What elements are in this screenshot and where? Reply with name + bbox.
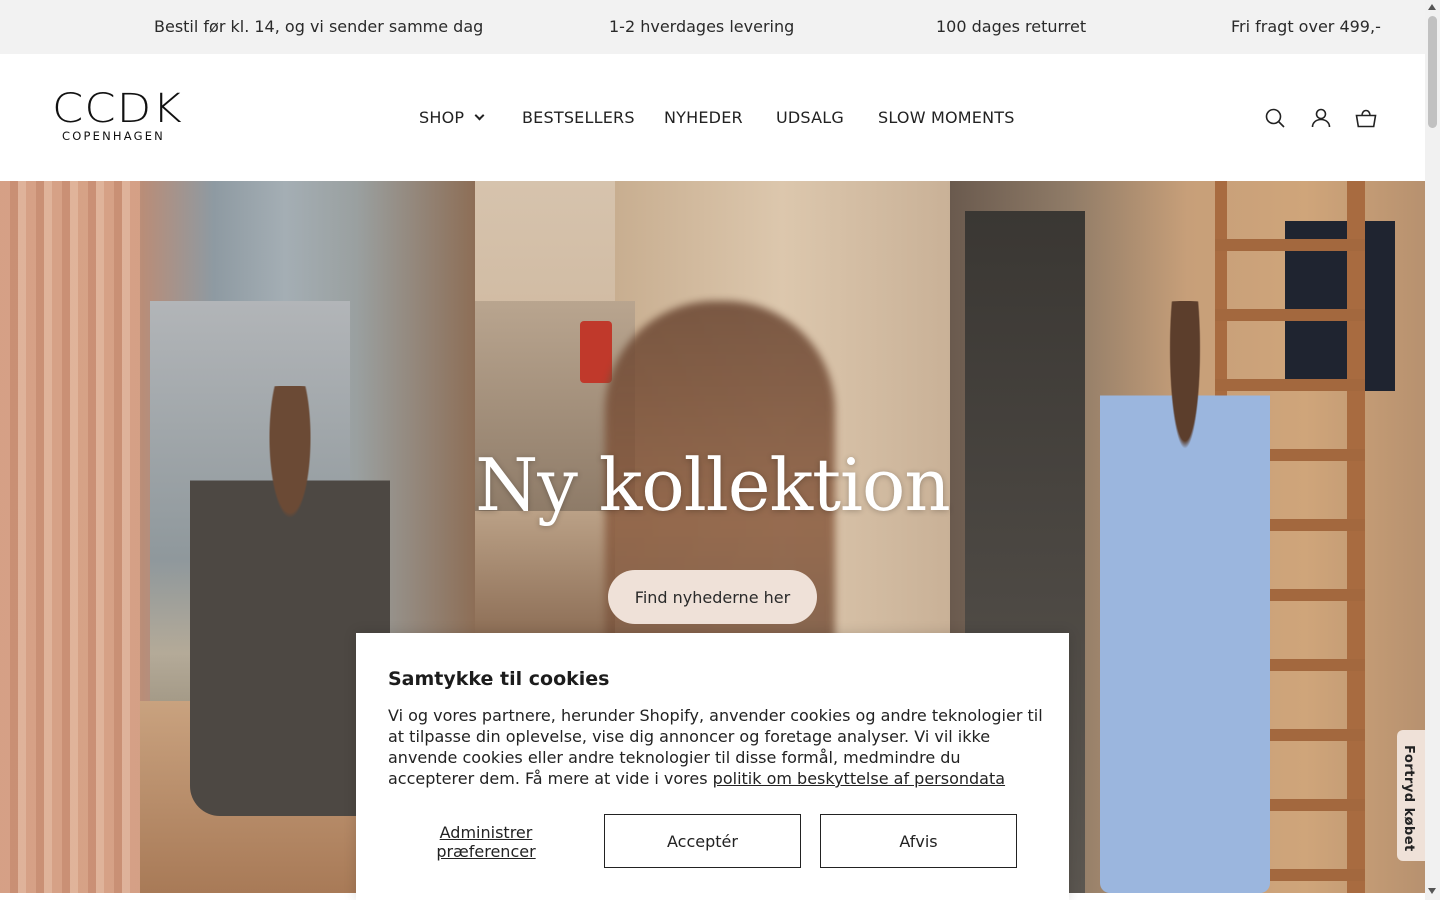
manage-preferences-link[interactable]: Administrer præferencer (420, 823, 552, 861)
side-tab-regret-purchase[interactable]: Fortryd købet (1397, 730, 1425, 861)
scrollbar-thumb[interactable] (1428, 16, 1437, 128)
nav-shop[interactable]: SHOP (419, 108, 485, 127)
search-icon[interactable] (1263, 106, 1287, 130)
cookie-consent-dialog: Samtykke til cookies Vi og vores partner… (356, 633, 1069, 900)
announcement-item: 100 dages returret (936, 17, 1087, 36)
nav-bestsellers[interactable]: BESTSELLERS (522, 108, 635, 127)
announcement-bar: Bestil før kl. 14, og vi sender samme da… (0, 0, 1425, 54)
cookie-title: Samtykke til cookies (388, 668, 610, 690)
side-tab-label: Fortryd købet (1401, 745, 1416, 852)
account-icon[interactable] (1309, 106, 1333, 130)
privacy-policy-link[interactable]: politik om beskyttelse af persondata (713, 769, 1005, 788)
accept-button[interactable]: Acceptér (604, 814, 801, 868)
nav-nyheder[interactable]: NYHEDER (664, 108, 743, 127)
nav-slow-moments[interactable]: SLOW MOMENTS (878, 108, 1015, 127)
hero-cta-button[interactable]: Find nyhederne her (608, 570, 817, 624)
nav-shop-label: SHOP (419, 108, 465, 127)
site-header: CCDK COPENHAGEN SHOP BESTSELLERS NYHEDER… (0, 54, 1425, 181)
announcement-item: Bestil før kl. 14, og vi sender samme da… (154, 17, 484, 36)
announcement-item: Fri fragt over 499,- (1231, 17, 1381, 36)
page-scrollbar[interactable] (1425, 0, 1440, 900)
chevron-down-icon (474, 110, 485, 121)
nav-udsalg[interactable]: UDSALG (776, 108, 844, 127)
logo-wordmark: CCDK (52, 86, 183, 132)
brand-logo[interactable]: CCDK COPENHAGEN (52, 89, 182, 144)
announcement-item: 1-2 hverdages levering (609, 17, 795, 36)
cookie-body: Vi og vores partnere, herunder Shopify, … (388, 705, 1048, 789)
scroll-down-arrow-icon[interactable] (1428, 888, 1436, 894)
decline-button[interactable]: Afvis (820, 814, 1017, 868)
hero-title: Ny kollektion (475, 443, 951, 527)
scroll-up-arrow-icon[interactable] (1428, 4, 1436, 10)
cart-icon[interactable] (1354, 106, 1378, 130)
